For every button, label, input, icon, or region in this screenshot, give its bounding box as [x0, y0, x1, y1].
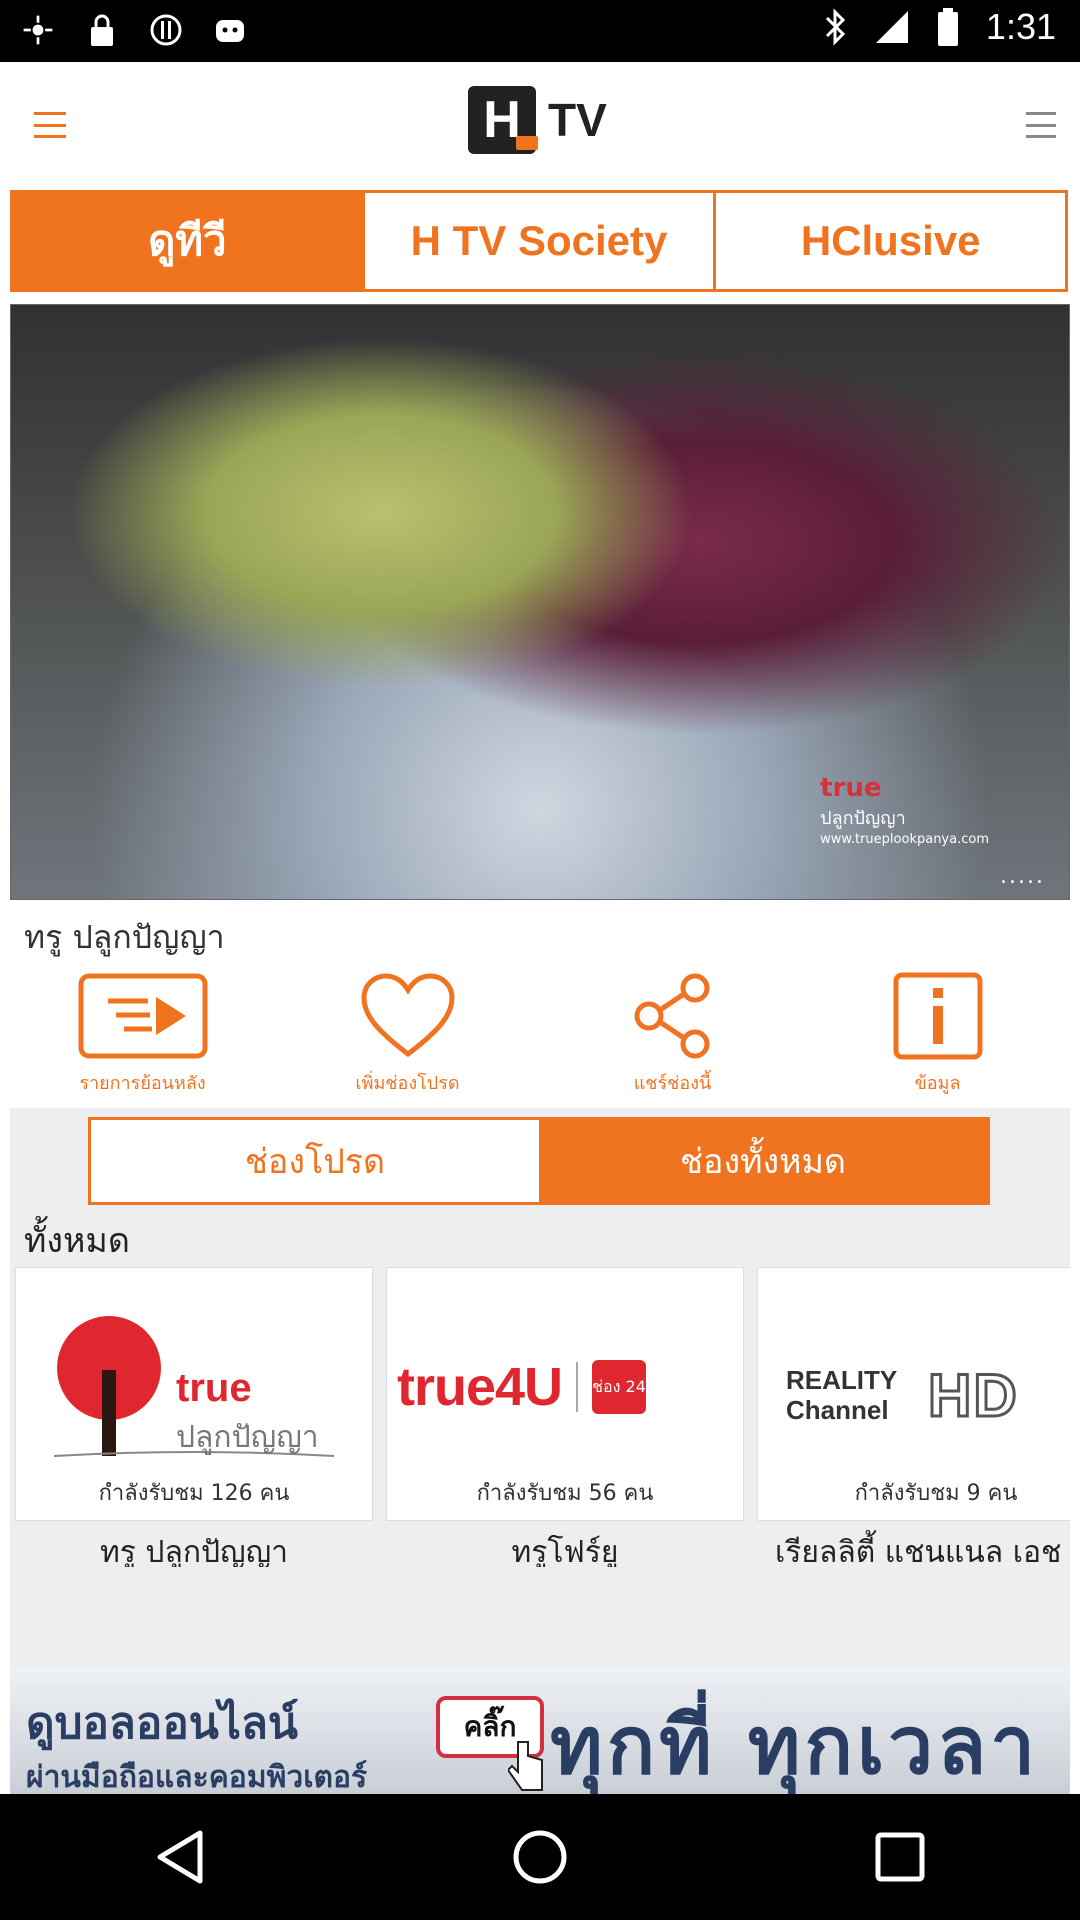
logo-text: true4U: [397, 1357, 563, 1417]
channel-watermark: true ปลูกปัญญา www.trueplookpanya.com: [820, 773, 989, 847]
action-label: เพิ่มช่องโปรด: [355, 1073, 460, 1094]
action-label: รายการย้อนหลัง: [79, 1073, 206, 1094]
action-label: ข้อมูล: [914, 1073, 961, 1094]
banner-line1: ดูบอลออนไลน์: [26, 1698, 298, 1749]
battery-icon: [930, 7, 966, 47]
current-channel-title: ทรู ปลูกปัญญา: [24, 918, 225, 956]
channel-logo: true ปลูกปัญญา: [44, 1310, 344, 1460]
heart-icon: [359, 966, 457, 1066]
app-header: H TV: [0, 62, 1080, 190]
gps-icon: [20, 10, 56, 50]
channel-name: เรียลลิตี้ แชนแนล เอช: [775, 1535, 1062, 1567]
viewer-count: กำลังรับชม 56 คน: [476, 1481, 654, 1506]
channel-card[interactable]: REALITY Channel HD กำลังรับชม 9 คน เรียล…: [757, 1267, 1070, 1567]
app-logo: H TV: [468, 86, 607, 154]
system-nav-bar: [0, 1794, 1080, 1920]
watermark-url: www.trueplookpanya.com: [820, 832, 989, 847]
logo-sub: HD: [927, 1360, 1019, 1430]
home-icon[interactable]: [495, 1812, 585, 1902]
share-channel-button[interactable]: แชร์ช่องนี้: [540, 966, 805, 1108]
info-icon: [893, 966, 983, 1066]
watermark-brand: true: [820, 773, 882, 803]
bluetooth-icon: [818, 7, 854, 47]
video-player[interactable]: true ปลูกปัญญา www.trueplookpanya.com ..…: [10, 304, 1070, 900]
channel-filter-segment: ช่องโปรด ช่องทั้งหมด: [88, 1117, 990, 1205]
segment-all-channels[interactable]: ช่องทั้งหมด: [539, 1120, 987, 1202]
channel-actions: รายการย้อนหลัง เพิ่มช่องโปรด แชร์ช่องนี้…: [10, 966, 1070, 1108]
main-tabs: ดูทีวี H TV Society HClusive: [10, 190, 1068, 292]
info-button[interactable]: ข้อมูล: [805, 966, 1070, 1108]
channel-logo: REALITY Channel HD: [786, 1360, 1070, 1430]
sync-icon: [148, 10, 184, 50]
add-favorite-button[interactable]: เพิ่มช่องโปรด: [275, 966, 540, 1108]
back-icon[interactable]: [135, 1812, 225, 1902]
recents-icon[interactable]: [855, 1812, 945, 1902]
channel-carousel[interactable]: true ปลูกปัญญา กำลังรับชม 126 คน ทรู ปลู…: [15, 1267, 1070, 1567]
tab-watch-tv[interactable]: ดูทีวี: [13, 193, 365, 289]
action-label: แชร์ช่องนี้: [633, 1073, 712, 1094]
tab-hclusive[interactable]: HClusive: [716, 193, 1065, 289]
segment-favorites[interactable]: ช่องโปรด: [91, 1120, 539, 1202]
watermark-line: ปลูกปัญญา: [820, 808, 906, 829]
viewer-count: กำลังรับชม 126 คน: [98, 1481, 290, 1506]
logo-text: REALITY Channel: [786, 1365, 897, 1425]
advertisement-banner[interactable]: ดูบอลออนไลน์ ผ่านมือถือและคอมพิวเตอร์ คล…: [10, 1668, 1070, 1794]
banner-slogan: ทุกที่ ทุกเวลา: [550, 1699, 1040, 1792]
status-bar: 1:31: [0, 0, 1080, 62]
android-icon: [212, 10, 248, 50]
channel-name: ทรู ปลูกปัญญา: [99, 1535, 289, 1567]
channel-name: ทรูโฟร์ยู: [511, 1535, 619, 1567]
viewer-count: กำลังรับชม 9 คน: [854, 1481, 1018, 1506]
logo-text: true: [176, 1366, 252, 1410]
lock-icon: [84, 10, 120, 50]
banner-line2: ผ่านมือถือและคอมพิวเตอร์: [26, 1760, 368, 1794]
playback-history-button[interactable]: รายการย้อนหลัง: [10, 966, 275, 1108]
logo-sub: ปลูกปัญญา: [176, 1420, 319, 1455]
hamburger-menu-icon[interactable]: [34, 112, 66, 138]
more-options-icon[interactable]: .....: [1000, 864, 1045, 889]
share-icon: [631, 966, 715, 1066]
hand-pointer-icon: [506, 1738, 550, 1794]
playlist-play-icon: [78, 966, 208, 1066]
clock: 1:31: [985, 6, 1056, 47]
tab-h-tv-society[interactable]: H TV Society: [365, 193, 717, 289]
logo-sub: ช่อง 24: [592, 1360, 647, 1414]
signal-icon: [874, 7, 910, 47]
list-heading: ทั้งหมด: [24, 1221, 130, 1261]
app-title: TV: [548, 94, 607, 146]
list-menu-icon[interactable]: [1026, 112, 1056, 138]
channel-card[interactable]: true ปลูกปัญญา กำลังรับชม 126 คน ทรู ปลู…: [15, 1267, 373, 1567]
channel-card[interactable]: true4U ช่อง 24 กำลังรับชม 56 คน ทรูโฟร์ย…: [386, 1267, 744, 1567]
channel-logo: true4U ช่อง 24: [397, 1352, 737, 1422]
